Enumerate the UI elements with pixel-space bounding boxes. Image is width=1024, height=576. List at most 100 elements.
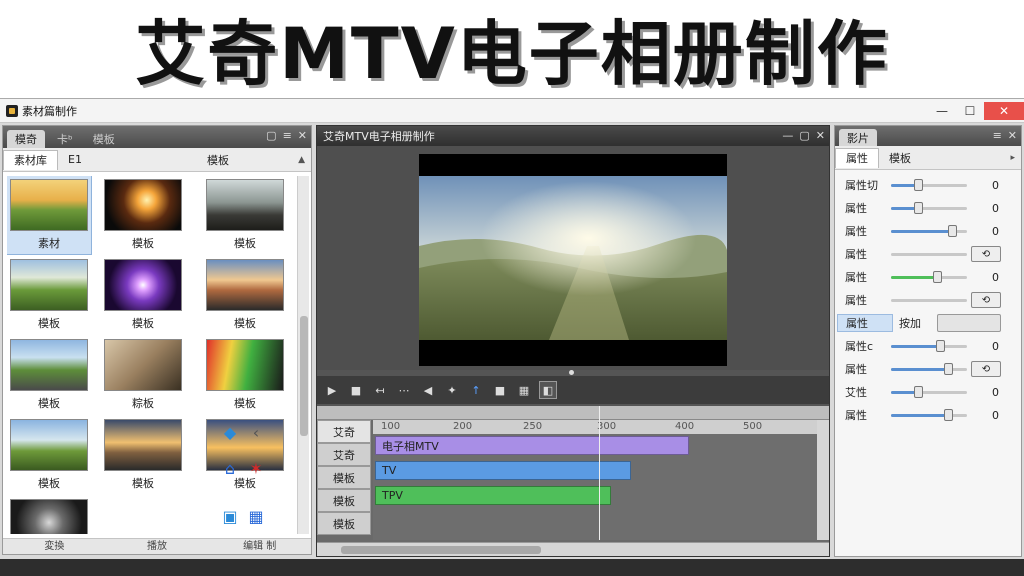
video-preview[interactable]: [419, 154, 727, 366]
preview-position-dot[interactable]: [569, 370, 574, 375]
reset-button[interactable]: ⟲: [971, 292, 1001, 308]
property-slider[interactable]: [891, 362, 967, 375]
left-scroll-thumb[interactable]: [300, 316, 308, 436]
back-button[interactable]: ◀: [419, 381, 437, 399]
thumbnail-item[interactable]: 模板: [101, 176, 185, 254]
thumbnail-image: [104, 419, 182, 471]
footer-convert[interactable]: 変換: [3, 539, 106, 554]
track-label[interactable]: 模板: [317, 466, 371, 489]
thumbnail-item[interactable]: 模板: [203, 336, 287, 414]
slider-knob[interactable]: [944, 408, 953, 421]
timeline-cursor[interactable]: [599, 406, 600, 540]
property-slider[interactable]: [891, 385, 967, 398]
thumbnail-item[interactable]: 模板: [101, 416, 185, 494]
effect-button[interactable]: ✦: [443, 381, 461, 399]
up-button[interactable]: ↑: [467, 381, 485, 399]
slider-knob[interactable]: [944, 362, 953, 375]
arrow-diamond-icon[interactable]: ◆: [219, 422, 241, 442]
property-track[interactable]: [891, 298, 967, 302]
property-label: 属性: [845, 271, 867, 284]
subtab-e1[interactable]: E1: [58, 150, 92, 170]
thumbnail-item[interactable]: 素材: [7, 176, 92, 255]
slider-knob[interactable]: [913, 178, 923, 191]
track-label[interactable]: 艾奇: [317, 443, 371, 466]
track-area[interactable]: 电子相MTV TV TPV: [373, 434, 817, 540]
property-slider[interactable]: [891, 339, 967, 352]
tab-arrow-icon[interactable]: ▸: [1010, 153, 1015, 163]
snapshot-button[interactable]: ■: [491, 381, 509, 399]
tab-material[interactable]: 模奇: [7, 130, 45, 148]
property-slider[interactable]: [891, 201, 967, 214]
panel-minimize-icon[interactable]: —: [782, 129, 793, 142]
tab-template-right[interactable]: 模板: [879, 148, 921, 168]
ruler-tick-label: 400: [675, 421, 695, 432]
tab-properties[interactable]: 属性: [835, 147, 879, 168]
panel-restore-icon[interactable]: ▢: [266, 129, 276, 142]
property-track[interactable]: [891, 252, 967, 256]
close-button[interactable]: ✕: [984, 102, 1024, 120]
timeline-clip[interactable]: TPV: [375, 486, 611, 505]
rewind-button[interactable]: ↤: [371, 381, 389, 399]
thumbnail-item[interactable]: 粽板: [101, 336, 185, 414]
minimize-button[interactable]: —: [928, 102, 956, 120]
slider-knob[interactable]: [932, 270, 942, 283]
timeline-scroll-thumb[interactable]: [341, 546, 541, 554]
preview-title: 艾奇MTV电子相册制作: [323, 130, 435, 143]
track-label[interactable]: 模板: [317, 489, 371, 512]
panel-close-icon[interactable]: ✕: [1008, 129, 1017, 142]
maximize-button[interactable]: ☐: [956, 102, 984, 120]
reset-button[interactable]: ⟲: [971, 246, 1001, 262]
panel-close-icon[interactable]: ✕: [298, 129, 307, 142]
red-glyph-icon[interactable]: ✶: [245, 458, 267, 478]
panel-menu-icon[interactable]: ≡: [283, 129, 292, 142]
slider-knob[interactable]: [947, 224, 957, 237]
tab-template[interactable]: 模板: [85, 130, 123, 148]
export-button[interactable]: ◧: [539, 381, 557, 399]
thumbnail-item[interactable]: 模板: [101, 256, 185, 334]
property-field[interactable]: [937, 314, 1001, 332]
tab-film[interactable]: 影片: [839, 129, 877, 147]
reset-button[interactable]: ⟲: [971, 361, 1001, 377]
grid-button[interactable]: ▦: [515, 381, 533, 399]
small-glyph-icon[interactable]: ‹: [245, 422, 267, 442]
panel-close-icon[interactable]: ✕: [816, 129, 825, 142]
timeline-scrollbar-vertical[interactable]: [817, 420, 829, 540]
track-label[interactable]: 模板: [317, 512, 371, 535]
collapse-arrow-icon[interactable]: ▲: [298, 155, 305, 165]
property-slider[interactable]: [891, 408, 967, 421]
slider-knob[interactable]: [913, 201, 923, 214]
thumbnail-item[interactable]: [7, 496, 91, 534]
grid-icon[interactable]: ▦: [245, 506, 267, 526]
timeline-clip[interactable]: TV: [375, 461, 631, 480]
slider-knob[interactable]: [936, 339, 946, 352]
timeline-ruler[interactable]: 100 200 250 300 400 500: [373, 420, 817, 434]
slider-knob[interactable]: [913, 385, 923, 398]
left-panel-controls: ▢ ≡ ✕: [266, 129, 307, 142]
timeline: 100 200 250 300 400 500 艾奇 艾奇 模板 模板 模板 电子相MTV TV TP…: [317, 406, 829, 556]
property-row: 属性 按加: [835, 312, 1021, 334]
property-row: 属性 0: [835, 197, 1021, 219]
footer-play[interactable]: 播放: [106, 539, 209, 554]
image-edit-icon[interactable]: ⌂: [219, 458, 241, 478]
thumbnail-item[interactable]: 模板: [203, 256, 287, 334]
thumbnail-item[interactable]: 模板: [7, 416, 91, 494]
track-label[interactable]: 艾奇: [317, 420, 371, 443]
panel-menu-icon[interactable]: ≡: [993, 129, 1002, 142]
panel-restore-icon[interactable]: ▢: [799, 129, 809, 142]
play-button[interactable]: ▶: [323, 381, 341, 399]
thumbnail-item[interactable]: 模板: [7, 256, 91, 334]
property-slider[interactable]: [891, 178, 967, 191]
folder-icon[interactable]: ▣: [219, 506, 241, 526]
left-scrollbar[interactable]: [297, 176, 309, 534]
subtab-library[interactable]: 素材库: [3, 149, 58, 170]
timeline-clip[interactable]: 电子相MTV: [375, 436, 689, 455]
stop-button[interactable]: ■: [347, 381, 365, 399]
footer-edit[interactable]: 编辑 制: [208, 539, 311, 554]
thumbnail-item[interactable]: 模板: [7, 336, 91, 414]
thumbnail-item[interactable]: 模板: [203, 176, 287, 254]
property-slider[interactable]: [891, 224, 967, 237]
tab-effects[interactable]: 卡ᵇ: [49, 130, 81, 148]
property-slider[interactable]: [891, 270, 967, 283]
step-button[interactable]: ⋯: [395, 381, 413, 399]
timeline-scrollbar-horizontal[interactable]: [317, 542, 829, 556]
